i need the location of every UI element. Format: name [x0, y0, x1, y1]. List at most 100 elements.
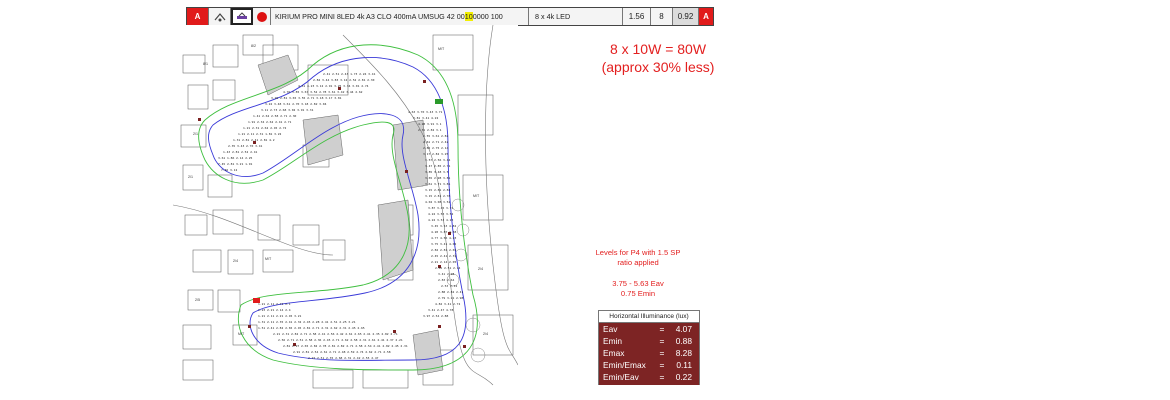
svg-text:3.61 1.86 2.14 2.25: 3.61 1.86 2.14 2.25	[218, 156, 253, 160]
svg-text:1.21 2.31 2.62 2.45 2.72: 1.21 2.31 2.62 2.45 2.72	[243, 126, 287, 130]
svg-text:1.21 2.11 2.31 1.81 3.22: 1.21 2.11 2.31 1.81 3.22	[238, 132, 282, 136]
svg-text:1.41 2.62 2.58 2.71 2.30: 1.41 2.62 2.58 2.71 2.30	[253, 114, 297, 118]
svg-text:7.46 3.12: 7.46 3.12	[221, 168, 237, 172]
svg-text:2.81 2.97 2.65 2.82 2.78 2.81: 2.81 2.97 2.65 2.82 2.78 2.81 2.82 2.71 …	[283, 344, 408, 348]
svg-text:4.20 3.87 4.38: 4.20 3.87 4.38	[431, 230, 456, 234]
power-note: 8 x 10W = 80W (approx 30% less)	[578, 40, 738, 76]
svg-text:3.47 2.85 2.71: 3.47 2.85 2.71	[425, 164, 450, 168]
illuminance-row: Emax = 8.28	[603, 347, 695, 359]
metric-name: Emax	[603, 348, 625, 358]
metric-name: Emin/Emax	[603, 360, 646, 370]
metric-value: 0.11	[676, 360, 692, 370]
metric-value: 0.88	[675, 336, 692, 346]
svg-text:4.63 3.70 3.43 3.71: 4.63 3.70 3.43 3.71	[408, 110, 443, 114]
svg-text:3.97 2.54 2.88: 3.97 2.54 2.88	[423, 314, 448, 318]
svg-text:3.41 2.98: 3.41 2.98	[438, 272, 454, 276]
arrangement-field[interactable]: 8 x 4k LED	[529, 8, 623, 25]
svg-text:1.23 2.21 2.14 2.4: 1.23 2.21 2.14 2.4	[258, 308, 291, 312]
svg-text:1.31 2.81 2.41 2.81 4.2: 1.31 2.81 2.41 2.81 4.2	[233, 138, 275, 142]
svg-text:3.87 3.45 3.71: 3.87 3.45 3.71	[428, 206, 453, 210]
svg-text:3.45 3.53 4.82: 3.45 3.53 4.82	[431, 224, 456, 228]
svg-text:2.84 3.44 3.83 3.12 2.52 2.81: 2.84 3.44 3.83 3.12 2.52 2.81 2.30	[313, 78, 375, 82]
description-text: KIRIUM PRO MINI 8LED 4k A3 CLO 400mA UMS…	[275, 12, 465, 21]
luminaire-description[interactable]: KIRIUM PRO MINI 8LED 4k A3 CLO 400mA UMS…	[271, 8, 529, 25]
level-note-line3: 3.75 - 5.63 Eav	[612, 279, 664, 288]
svg-text:2.91 2.81 2.54 2.61 2.71 2.48: 2.91 2.81 2.54 2.61 2.71 2.48 2.59 2.74 …	[293, 350, 391, 354]
value-field-2[interactable]: 8	[651, 8, 673, 25]
svg-text:4.28 3.91 3.1: 4.28 3.91 3.1	[418, 122, 442, 126]
svg-text:8/2: 8/2	[251, 44, 256, 48]
svg-text:2.83 2.64: 2.83 2.64	[438, 278, 454, 282]
illuminance-row: Emin/Emax = 0.11	[603, 359, 695, 371]
level-note-line1: Levels for P4 with 1.5 SP	[595, 248, 681, 257]
metric-value: 0.22	[675, 372, 692, 382]
svg-text:2/1: 2/1	[193, 132, 198, 136]
svg-text:3.17 2.82 3.25: 3.17 2.82 3.25	[423, 152, 448, 156]
svg-text:2.35 3.43 2.70 3.41: 2.35 3.43 2.70 3.41	[228, 144, 263, 148]
level-note-line2: ratio applied	[617, 258, 659, 267]
badge-a-right[interactable]: A	[699, 8, 713, 25]
luminaire-icon[interactable]	[209, 8, 231, 25]
svg-text:2/4: 2/4	[233, 259, 238, 263]
svg-text:2.22 2.51 2.35 2.68 2.31 2.42: 2.22 2.51 2.35 2.68 2.31 2.42 2.55 2.47	[308, 356, 379, 360]
power-saving: (approx 30% less)	[601, 59, 715, 75]
red-dot-icon[interactable]	[253, 8, 271, 25]
svg-text:2.56 2.71 2.51 2.58 2.36 2.45: 2.56 2.71 2.51 2.58 2.36 2.45 2.71 2.62 …	[278, 338, 403, 342]
svg-text:3.15 2.81 2.82: 3.15 2.81 2.82	[425, 188, 450, 192]
svg-text:4.51 4.23 3.12 2.91 3.25 3.34: 4.51 4.23 3.12 2.91 3.25 3.34 3.01 2.74	[298, 84, 369, 88]
svg-text:M/T: M/T	[238, 332, 245, 336]
metric-value: 4.07	[675, 324, 692, 334]
svg-text:2/5: 2/5	[195, 298, 200, 302]
svg-text:2/1: 2/1	[188, 175, 193, 179]
svg-text:3.61 3.71 3.81: 3.61 3.71 3.81	[425, 182, 450, 186]
svg-text:1.91 2.34 2.62 2.41 2.71: 1.91 2.34 2.62 2.41 2.71	[248, 120, 292, 124]
selected-luminaire-icon[interactable]	[231, 8, 253, 25]
site-plan-svg: 2.41 2.51 2.43 1.73 2.24 3.41 2.84 3.44 …	[173, 25, 518, 389]
luminaire-toolbar: A KIRIUM PRO MINI 8LED 4k A3 CLO 400mA U…	[186, 7, 714, 26]
level-note: Levels for P4 with 1.5 SP ratio applied 3…	[578, 248, 698, 310]
svg-text:1.51 2.41 2.82 2.65 2.45 2.81: 1.51 2.41 2.82 2.65 2.45 2.81 2.71 2.31 …	[258, 326, 365, 330]
illuminance-row: Emin/Eav = 0.22	[603, 371, 695, 383]
svg-text:3.24 3.48 3.61 2.70 3.18 2.82: 3.24 3.48 3.61 2.70 3.18 2.82 3.04	[265, 102, 327, 106]
badge-a-left[interactable]: A	[187, 8, 209, 25]
svg-text:2.45 2.41 2.31: 2.45 2.41 2.31	[431, 254, 456, 258]
svg-text:2.79 3.21 2.98: 2.79 3.21 2.98	[438, 296, 463, 300]
svg-text:3.75 3.41 4.02: 3.75 3.41 4.02	[431, 242, 456, 246]
svg-text:4.24 3.53 3.52: 4.24 3.53 3.52	[428, 212, 453, 216]
value-field-3[interactable]: 0.92	[673, 8, 699, 25]
svg-text:3.15 2.81 2.78: 3.15 2.81 2.78	[425, 194, 450, 198]
svg-text:3.41 2.47 4.78: 3.41 2.47 4.78	[428, 308, 453, 312]
svg-text:2.21 2.14 2.05: 2.21 2.14 2.05	[431, 260, 456, 264]
illuminance-table: Eav = 4.07 Emin = 0.88 Emax = 8.28 Emin/Emax = 0…	[599, 323, 699, 385]
svg-text:1.21 2.11 2.71 2.1: 1.21 2.11 2.71 2.1	[258, 302, 291, 306]
svg-text:2.21 2.31 2.82 2.71 2.58 2.41: 2.21 2.31 2.82 2.71 2.58 2.41 2.56 2.42 …	[273, 332, 398, 336]
illuminance-panel: Horizontal Illuminance (lux) Eav = 4.07 Em…	[598, 310, 700, 385]
svg-text:2.82 2.81 2.65: 2.82 2.81 2.65	[431, 248, 456, 252]
svg-text:2.55 3.61 2.82: 2.55 3.61 2.82	[423, 134, 448, 138]
svg-text:2/4: 2/4	[483, 332, 488, 336]
description-suffix: 0000 100	[472, 12, 503, 21]
svg-text:2/4: 2/4	[478, 267, 483, 271]
value-field-1[interactable]: 1.56	[623, 8, 651, 25]
svg-text:3.65 2.98 3.81: 3.65 2.98 3.81	[425, 176, 450, 180]
svg-text:M/T: M/T	[265, 257, 272, 261]
illuminance-row: Eav = 4.07	[603, 323, 695, 335]
svg-text:2.41 2.51 2.43 1.73 2.24 3.41: 2.41 2.51 2.43 1.73 2.24 3.41	[323, 72, 376, 76]
svg-text:3.57 2.56 3.44: 3.57 2.56 3.44	[425, 158, 450, 162]
metric-value: 8.28	[675, 348, 692, 358]
illuminance-row: Emin = 0.88	[603, 335, 695, 347]
svg-text:4.04 3.08 3.52: 4.04 3.08 3.52	[425, 200, 450, 204]
svg-text:3.11 2.73 2.68 3.02 3.91 3.31: 3.11 2.73 2.68 3.02 3.91 3.31	[261, 108, 314, 112]
svg-text:1.21 2.11 2.21 2.45 3.21: 1.21 2.11 2.21 2.45 3.21	[258, 314, 302, 318]
level-note-line4: 0.75 Emin	[620, 289, 656, 298]
svg-text:4.76 3.85 3.67 3.52 2.78 3.61: 4.76 3.85 3.67 3.52 2.78 3.61 3.42 3.44 …	[283, 90, 363, 94]
svg-text:M/T: M/T	[473, 194, 480, 198]
svg-text:8/1: 8/1	[203, 62, 208, 66]
svg-text:1.31 2.11 2.35 2.41 2.32 2.45: 1.31 2.11 2.35 2.41 2.32 2.45 2.28 2.41 …	[258, 320, 356, 324]
svg-text:1.43 2.81 2.52 2.41: 1.43 2.81 2.52 2.41	[223, 150, 258, 154]
svg-text:2.65 2.51 2.14: 2.65 2.51 2.14	[435, 266, 460, 270]
highlighted-value: 10	[464, 12, 473, 21]
metric-name: Eav	[603, 324, 618, 334]
svg-text:2.82 2.75 2.14: 2.82 2.75 2.14	[423, 146, 448, 150]
svg-text:3.81 3.41 4.22: 3.81 3.41 4.22	[413, 116, 438, 120]
